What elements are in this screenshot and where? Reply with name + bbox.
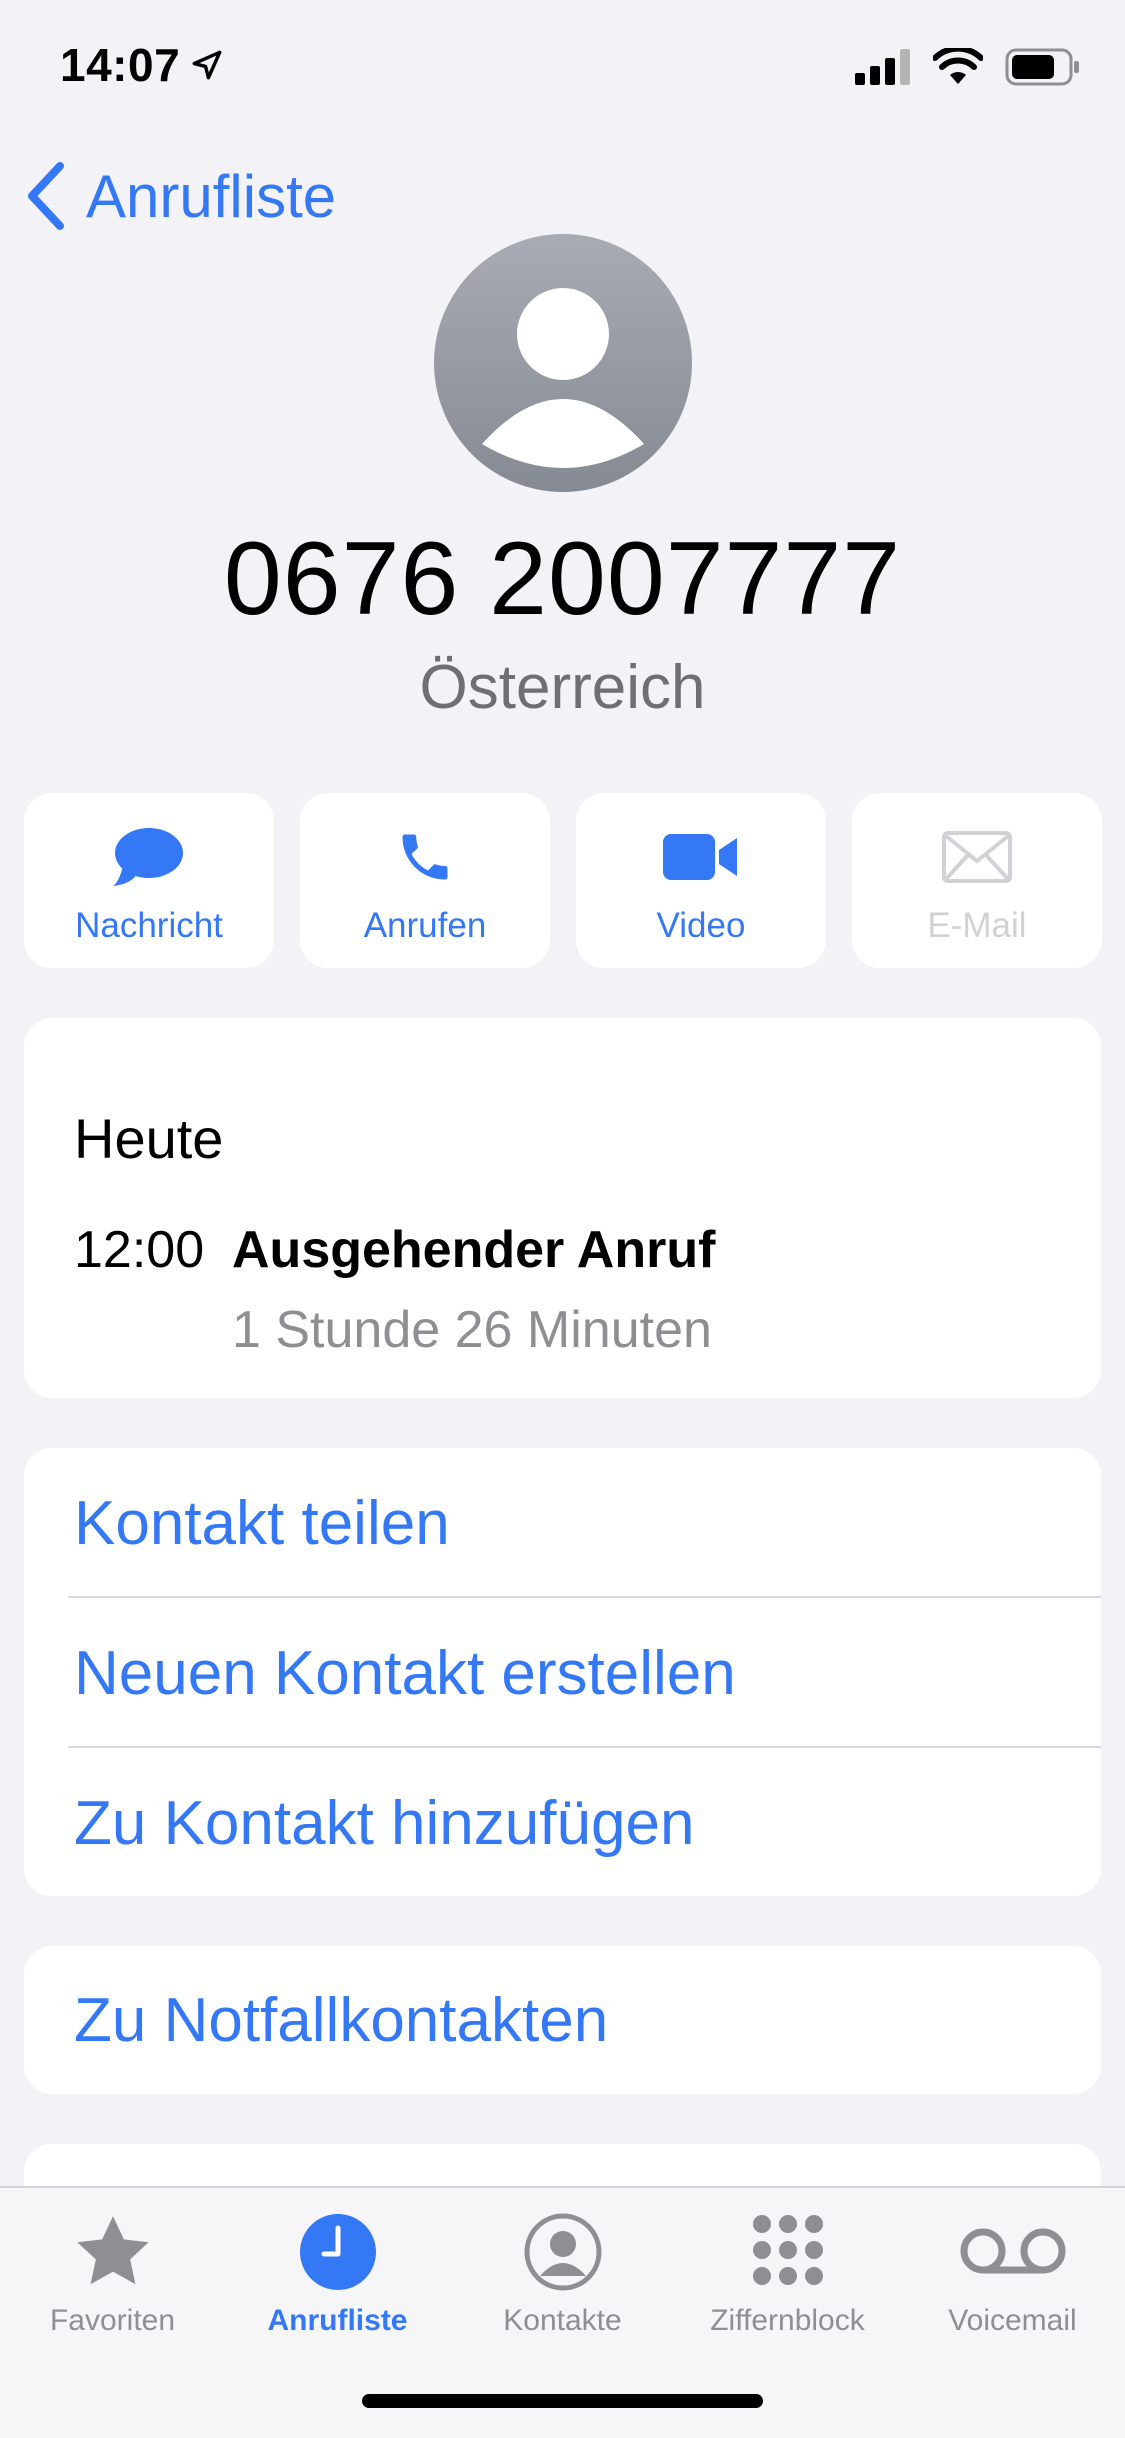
email-button-label: E-Mail	[927, 905, 1027, 945]
create-new-contact-button[interactable]: Neuen Kontakt erstellen	[74, 1598, 1101, 1748]
tab-voicemail-label: Voicemail	[948, 2304, 1077, 2337]
emergency-contacts-card: Zu Notfallkontakten	[24, 1946, 1101, 2094]
wifi-icon	[933, 48, 983, 84]
phone-icon	[402, 834, 448, 879]
video-button[interactable]: Video	[576, 793, 826, 968]
contact-avatar	[434, 234, 692, 492]
tab-keypad[interactable]: Ziffernblock	[675, 2206, 900, 2338]
back-button[interactable]: Anrufliste	[24, 160, 336, 232]
person-circle-icon	[524, 2213, 601, 2291]
tab-voicemail[interactable]: Voicemail	[900, 2206, 1125, 2338]
home-indicator	[362, 2394, 763, 2408]
share-contact-button[interactable]: Kontakt teilen	[74, 1448, 1101, 1598]
add-to-emergency-contacts-button[interactable]: Zu Notfallkontakten	[74, 1946, 1101, 2094]
video-button-label: Video	[656, 905, 746, 945]
tab-recents[interactable]: Anrufliste	[225, 2206, 450, 2338]
chevron-left-icon	[28, 162, 64, 230]
message-button[interactable]: Nachricht	[24, 793, 274, 968]
history-call-type: Ausgehender Anruf	[232, 1221, 716, 1279]
tab-contacts[interactable]: Kontakte	[450, 2206, 675, 2338]
status-bar-time: 14:07	[60, 38, 224, 92]
history-duration: 1 Stunde 26 Minuten	[232, 1301, 712, 1359]
call-button[interactable]: Anrufen	[300, 793, 550, 968]
voicemail-icon	[960, 2228, 1065, 2274]
video-icon	[663, 833, 737, 880]
person-silhouette-icon	[482, 288, 644, 468]
back-button-label: Anrufliste	[86, 162, 337, 230]
location-arrow-icon	[192, 50, 222, 80]
history-date: Heute	[74, 1107, 224, 1170]
message-icon	[113, 827, 183, 886]
add-to-contact-button[interactable]: Zu Kontakt hinzufügen	[74, 1748, 1101, 1896]
keypad-icon	[752, 2215, 823, 2285]
clock-icon	[299, 2214, 376, 2290]
tab-favorites[interactable]: Favoriten	[0, 2206, 225, 2338]
tab-favorites-label: Favoriten	[49, 2304, 176, 2337]
status-bar-indicators	[855, 48, 1081, 86]
contact-options-card: Kontakt teilen Neuen Kontakt erstellen Z…	[24, 1448, 1101, 1896]
time-label: 14:07	[60, 39, 181, 91]
cellular-signal-icon	[855, 49, 910, 85]
battery-icon	[1005, 48, 1079, 86]
tab-keypad-label: Ziffernblock	[710, 2304, 865, 2337]
history-time: 12:00	[74, 1221, 205, 1279]
email-button[interactable]: E-Mail	[852, 793, 1102, 968]
message-button-label: Nachricht	[75, 905, 223, 945]
contact-number: 0676 2007777	[223, 521, 902, 637]
call-history-card: Heute 12:00 Ausgehender Anruf 1 Stunde 2…	[24, 1018, 1101, 1398]
action-buttons: Nachricht Anrufen Video E-Mail	[24, 793, 1102, 968]
star-icon	[76, 2216, 149, 2285]
tab-recents-label: Anrufliste	[267, 2304, 408, 2337]
call-button-label: Anrufen	[363, 905, 487, 945]
mail-icon	[942, 830, 1012, 883]
contact-country: Österreich	[419, 653, 706, 722]
tab-contacts-label: Kontakte	[503, 2304, 622, 2337]
